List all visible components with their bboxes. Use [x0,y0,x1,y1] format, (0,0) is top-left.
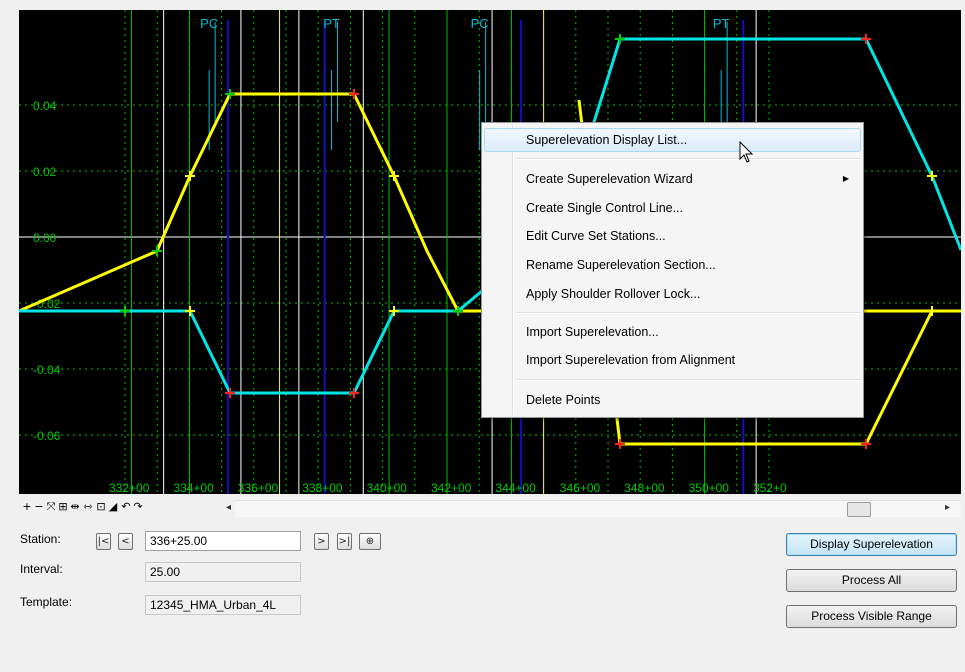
curve-label: PT [323,16,340,31]
scroll-right-icon[interactable]: ▸ [945,502,950,513]
control-point [152,246,162,256]
control-point [389,306,399,316]
previous-station-button[interactable]: < [118,533,133,550]
x-tick-label: 342+00 [431,481,472,494]
process-all-button[interactable]: Process All [786,569,957,592]
control-point [185,306,195,316]
interval-field: 25.00 [145,562,301,582]
context-menu: Superelevation Display List... Create Su… [481,122,864,418]
zoom-out-icon[interactable]: − [34,500,44,514]
curve-label: PC [471,16,489,31]
control-point [927,306,937,316]
curve-label: PC [200,16,218,31]
scroll-left-icon[interactable]: ◂ [226,502,231,513]
control-point [120,306,130,316]
station-input[interactable]: 336+25.00 [145,531,301,551]
menu-item-edit-curve-set[interactable]: Edit Curve Set Stations... [484,224,861,248]
x-tick-label: 346+00 [560,481,601,494]
graph-toolbar: + − ⤧ ⊞ ⇹ ⇿ ⊡ ◢ ↶ ↷ ◂ ▸ [19,497,961,519]
window-icon[interactable]: ⊡ [96,500,106,514]
last-station-button[interactable]: >| [337,533,352,550]
x-tick-label: 334+00 [173,481,214,494]
next-station-button[interactable]: > [314,533,329,550]
x-tick-label: 338+00 [302,481,343,494]
x-tick-label: 350+00 [689,481,730,494]
station-label: Station: [20,532,61,546]
first-station-button[interactable]: |< [96,533,111,550]
control-point [615,34,625,44]
mouse-cursor-icon [739,141,754,163]
menu-item-create-wizard[interactable]: Create Superelevation Wizard ▶ [484,167,861,191]
zoom-in-icon[interactable]: + [22,500,32,514]
submenu-arrow-icon: ▶ [842,174,849,183]
menu-separator [516,158,861,160]
menu-item-import-superelevation[interactable]: Import Superelevation... [484,320,861,344]
ruler-icon[interactable]: ◢ [108,500,118,514]
template-field: 12345_HMA_Urban_4L [145,595,301,615]
control-point [389,171,399,181]
control-point [615,439,625,449]
x-tick-label: 340+00 [367,481,408,494]
undo-icon[interactable]: ↶ [121,500,131,514]
y-tick-label: 0.00 [33,231,57,245]
template-label: Template: [20,595,73,609]
zoom-vertical-icon[interactable]: ⇿ [83,500,93,514]
menu-item-rename-section[interactable]: Rename Superelevation Section... [484,253,861,277]
control-point [225,89,235,99]
display-superelevation-button[interactable]: Display Superelevation [786,533,957,556]
control-point [861,34,871,44]
y-tick-label: 0.02 [33,165,57,179]
control-point [349,89,359,99]
x-tick-label: 332+00 [109,481,150,494]
menu-separator [516,379,861,381]
redo-icon[interactable]: ↷ [133,500,143,514]
x-tick-label: 348+00 [624,481,665,494]
scrollbar-thumb[interactable] [847,502,871,517]
menu-item-delete-points[interactable]: Delete Points [484,388,861,412]
control-point [861,439,871,449]
menu-separator [516,312,861,314]
x-tick-label: 352+0 [753,481,787,494]
fit-icon[interactable]: ⊞ [58,500,68,514]
menu-item-label: Create Superelevation Wizard [526,172,693,186]
menu-item-shoulder-rollover[interactable]: Apply Shoulder Rollover Lock... [484,282,861,306]
interval-label: Interval: [20,562,63,576]
menu-item-display-list[interactable]: Superelevation Display List... [484,128,861,152]
control-point [927,171,937,181]
pick-station-button[interactable]: ⊕ [359,533,381,550]
menu-item-create-control-line[interactable]: Create Single Control Line... [484,196,861,220]
process-visible-range-button[interactable]: Process Visible Range [786,605,957,628]
zoom-horizontal-icon[interactable]: ⇹ [70,500,80,514]
menu-item-import-from-alignment[interactable]: Import Superelevation from Alignment [484,348,861,372]
y-tick-label: -0.04 [33,363,61,377]
curve-label: PT [713,16,730,31]
y-tick-label: -0.06 [33,429,61,443]
pan-icon[interactable]: ⤧ [46,500,56,514]
x-tick-label: 336+00 [238,481,279,494]
horizontal-scrollbar[interactable]: ◂ ▸ [226,500,961,517]
y-tick-label: 0.04 [33,99,57,113]
control-point [225,388,235,398]
x-tick-label: 344+00 [495,481,536,494]
control-point [185,171,195,181]
